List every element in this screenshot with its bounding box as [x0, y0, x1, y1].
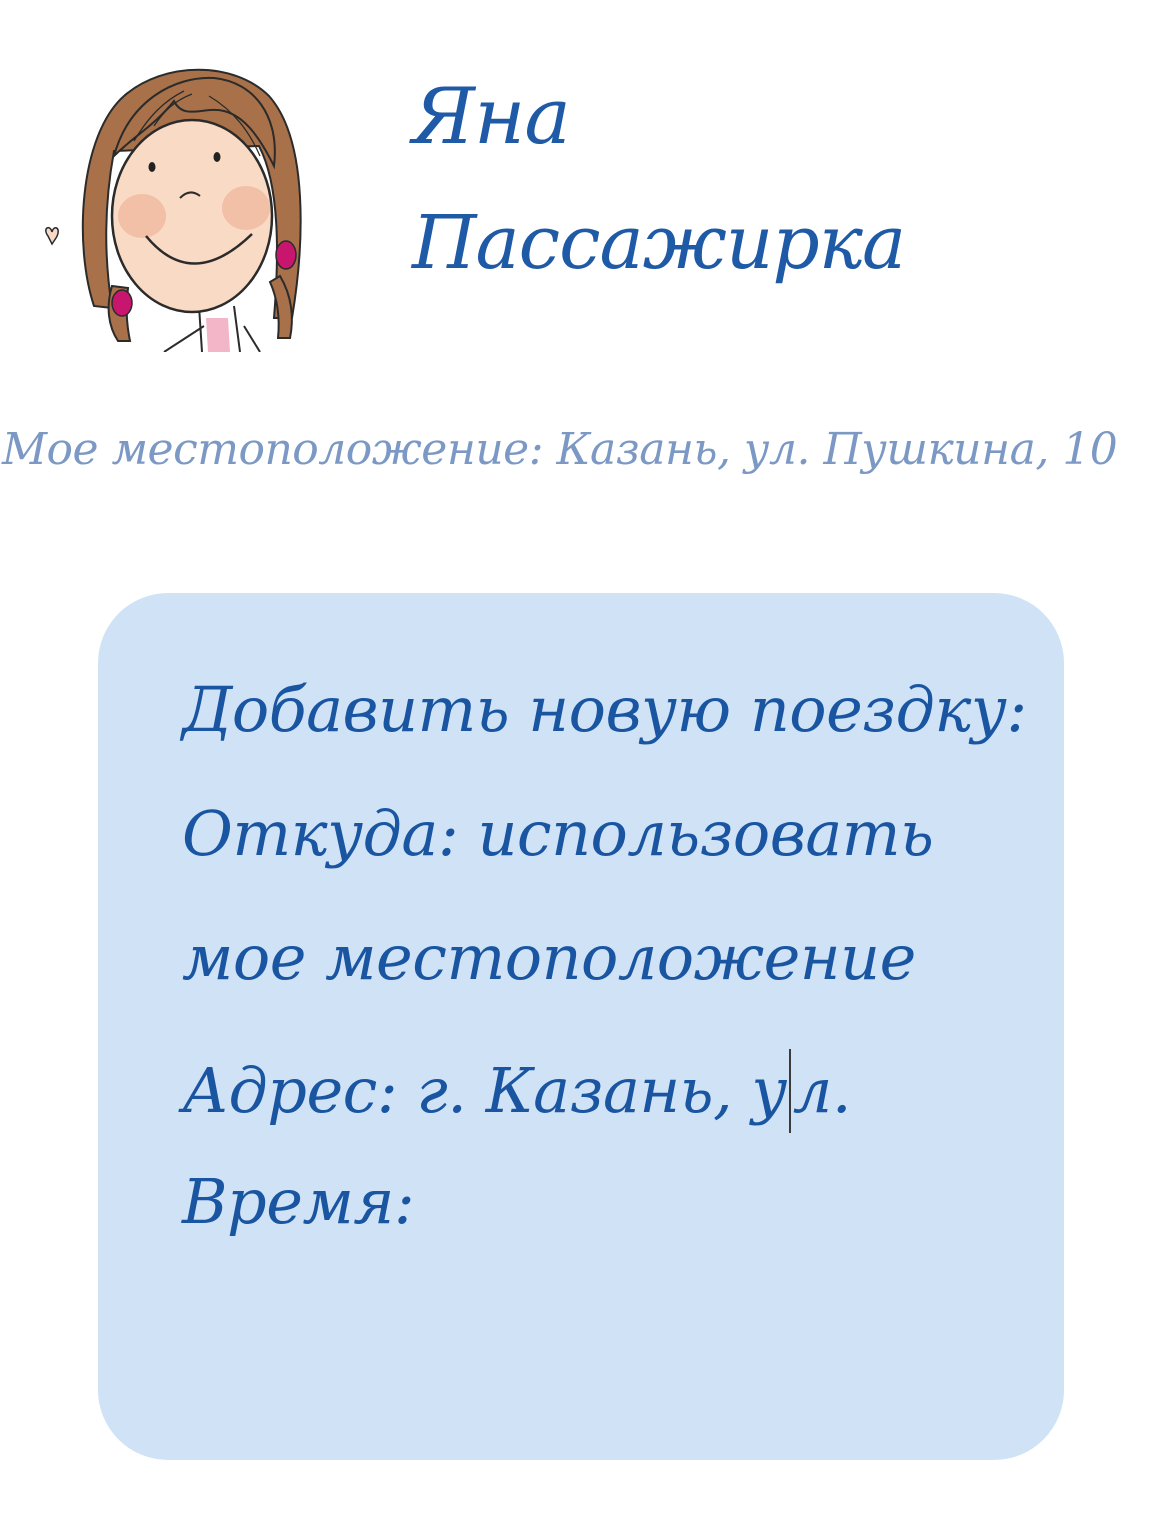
use-my-location-link[interactable]: мое местоположение: [182, 927, 916, 989]
add-trip-card: Добавить новую поездку: Откуда: использо…: [98, 593, 1064, 1460]
text-caret: [788, 1049, 791, 1133]
time-input[interactable]: Время:: [182, 1171, 415, 1233]
current-location-text: Мое местоположение: Казань, ул. Пушкина,…: [2, 424, 1118, 475]
address-text-after-caret: л.: [792, 1054, 852, 1127]
address-input[interactable]: Адрес: г. Казань, у л.: [182, 1049, 852, 1133]
address-text-before-caret: Адрес: г. Казань, у: [182, 1054, 787, 1127]
profile-name: Яна: [412, 72, 571, 162]
avatar: [45, 68, 302, 352]
address-input-value-wrap: Адрес: г. Казань, у л.: [182, 1049, 852, 1133]
profile-role: Пассажирка: [412, 200, 906, 286]
from-label: Откуда: использовать: [182, 797, 934, 870]
add-trip-title: Добавить новую поездку:: [182, 673, 1027, 746]
